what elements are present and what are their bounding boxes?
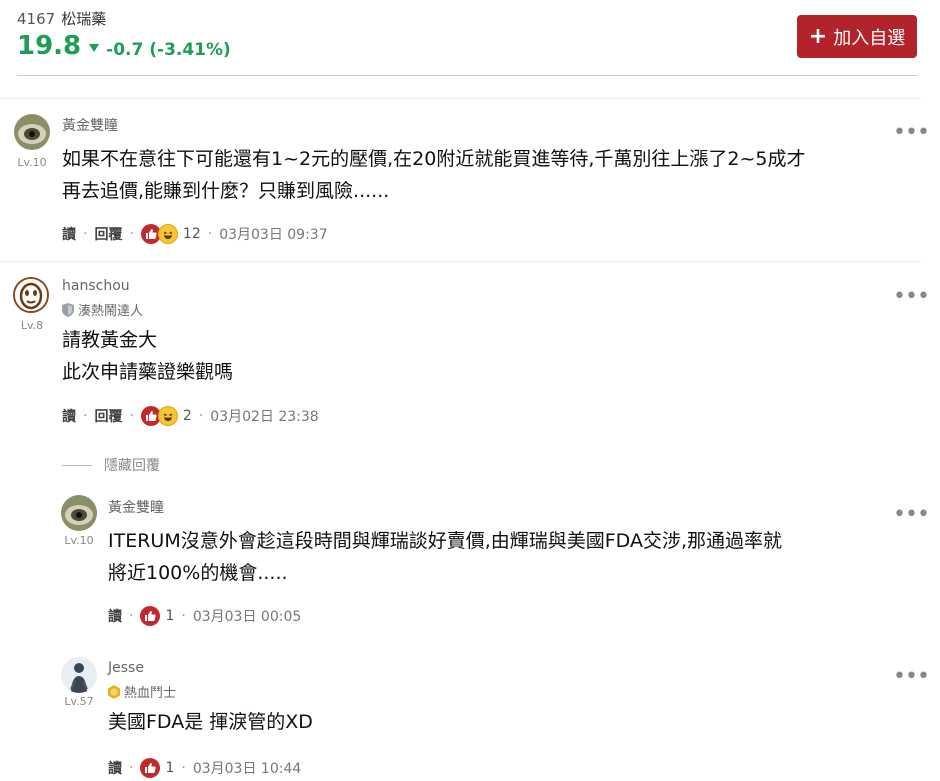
user-level: Lv.57	[64, 695, 94, 708]
read-link[interactable]: 讀	[108, 758, 122, 778]
comment-divider	[0, 98, 922, 99]
username[interactable]: 黃金雙瞳	[108, 497, 164, 517]
comment-line: 如果不在意往下可能還有1~2元的壓價,在20附近就能買進等待,千萬別往上漲了2~…	[62, 148, 806, 170]
comment-footer: 讀 · 1 · 03月03日 10:44	[108, 758, 301, 778]
stock-name: 松瑞藥	[61, 10, 107, 28]
stock-header: 4167 松瑞藥 19.8 -0.7 (-3.41%) + 加入自選	[0, 0, 940, 77]
haha-reaction-icon[interactable]	[157, 406, 178, 426]
stock-title: 4167 松瑞藥	[17, 8, 106, 29]
reaction-count: 2	[182, 408, 192, 424]
username[interactable]: 黃金雙瞳	[62, 115, 118, 135]
price-change: -0.7 (-3.41%)	[89, 40, 231, 60]
hide-replies-toggle[interactable]: 隱藏回覆	[62, 455, 160, 475]
hexagon-badge-icon	[108, 684, 120, 699]
comment-line: 再去追價,能賺到什麼？只賺到風險......	[62, 180, 390, 202]
stock-price: 19.8	[17, 31, 82, 61]
separator-dot: ·	[181, 608, 186, 624]
separator-dot: ·	[129, 608, 134, 624]
user-level: Lv.10	[64, 534, 94, 547]
separator-dot: ·	[129, 226, 134, 242]
more-options-icon[interactable]: •••	[893, 504, 930, 526]
hide-replies-line	[62, 464, 92, 466]
username[interactable]: hanschou	[62, 278, 130, 294]
comment-text: ITERUM沒意外會趁這段時間與輝瑞談好賣價,由輝瑞與美國FDA交涉,那通過率就…	[108, 525, 782, 589]
reply-link[interactable]: 回覆	[94, 406, 122, 426]
price-row: 19.8 -0.7 (-3.41%)	[17, 31, 231, 61]
user-level: Lv.8	[20, 319, 44, 332]
user-rank-label: 湊熱鬧達人	[78, 304, 144, 319]
hide-replies-label: 隱藏回覆	[104, 458, 160, 474]
reaction-count: 1	[165, 760, 175, 776]
separator-dot: ·	[129, 760, 134, 776]
user-rank-label: 熱血鬥士	[124, 686, 177, 701]
timestamp: 03月03日 09:37	[219, 227, 328, 243]
timestamp: 03月02日 23:38	[210, 409, 319, 425]
comment-text: 如果不在意往下可能還有1~2元的壓價,在20附近就能買進等待,千萬別往上漲了2~…	[62, 143, 805, 207]
comment-line: 將近100%的機會.....	[108, 562, 288, 584]
comment-line: ITERUM沒意外會趁這段時間與輝瑞談好賣價,由輝瑞與美國FDA交涉,那通過率就	[108, 530, 783, 552]
haha-reaction-icon[interactable]	[157, 224, 178, 244]
avatar[interactable]	[14, 114, 50, 150]
down-arrow-icon	[89, 44, 100, 52]
comment-footer: 讀 · 回覆 · 12 · 03月03日 09:37	[62, 224, 328, 244]
avatar[interactable]	[61, 657, 97, 693]
separator-dot: ·	[129, 408, 134, 424]
read-link[interactable]: 讀	[108, 606, 122, 626]
stock-code: 4167	[17, 10, 56, 28]
separator-dot: ·	[83, 408, 88, 424]
comment-footer: 讀 · 回覆 · 2 · 03月02日 23:38	[62, 406, 319, 426]
comment-line: 美國FDA是 揮淚管的XD	[108, 711, 313, 733]
timestamp: 03月03日 10:44	[192, 761, 302, 777]
shield-icon	[62, 302, 74, 317]
user-rank: 熱血鬥士	[108, 682, 176, 701]
comment-footer: 讀 · 1 · 03月03日 00:05	[108, 606, 301, 626]
read-link[interactable]: 讀	[62, 406, 76, 426]
comment-text: 請教黃金大 此次申請藥證樂觀嗎	[62, 324, 233, 388]
timestamp: 03月03日 00:05	[192, 609, 302, 625]
read-link[interactable]: 讀	[62, 224, 76, 244]
reaction-count: 1	[165, 608, 175, 624]
comment-divider	[0, 261, 922, 262]
separator-dot: ·	[198, 408, 204, 424]
plus-icon: +	[808, 23, 828, 49]
user-level: Lv.10	[17, 156, 47, 169]
add-watchlist-label: 加入自選	[833, 27, 906, 49]
user-rank: 湊熱鬧達人	[62, 300, 143, 319]
like-reaction-icon[interactable]	[140, 606, 161, 626]
add-watchlist-button[interactable]: + 加入自選	[797, 15, 917, 58]
avatar[interactable]	[13, 277, 49, 313]
more-options-icon[interactable]: •••	[893, 286, 930, 308]
more-options-icon[interactable]: •••	[893, 666, 930, 688]
separator-dot: ·	[207, 226, 213, 242]
separator-dot: ·	[181, 760, 186, 776]
comment-line: 此次申請藥證樂觀嗎	[62, 361, 234, 383]
separator-dot: ·	[83, 226, 88, 242]
price-change-value: -0.7 (-3.41%)	[106, 40, 231, 60]
avatar[interactable]	[61, 495, 97, 531]
username[interactable]: Jesse	[108, 660, 144, 676]
comment-line: 請教黃金大	[62, 329, 158, 351]
comment-text: 美國FDA是 揮淚管的XD	[108, 706, 313, 738]
reaction-count: 12	[182, 226, 201, 242]
like-reaction-icon[interactable]	[140, 758, 161, 778]
reply-link[interactable]: 回覆	[94, 224, 122, 244]
more-options-icon[interactable]: •••	[893, 122, 930, 144]
header-divider	[17, 75, 917, 76]
